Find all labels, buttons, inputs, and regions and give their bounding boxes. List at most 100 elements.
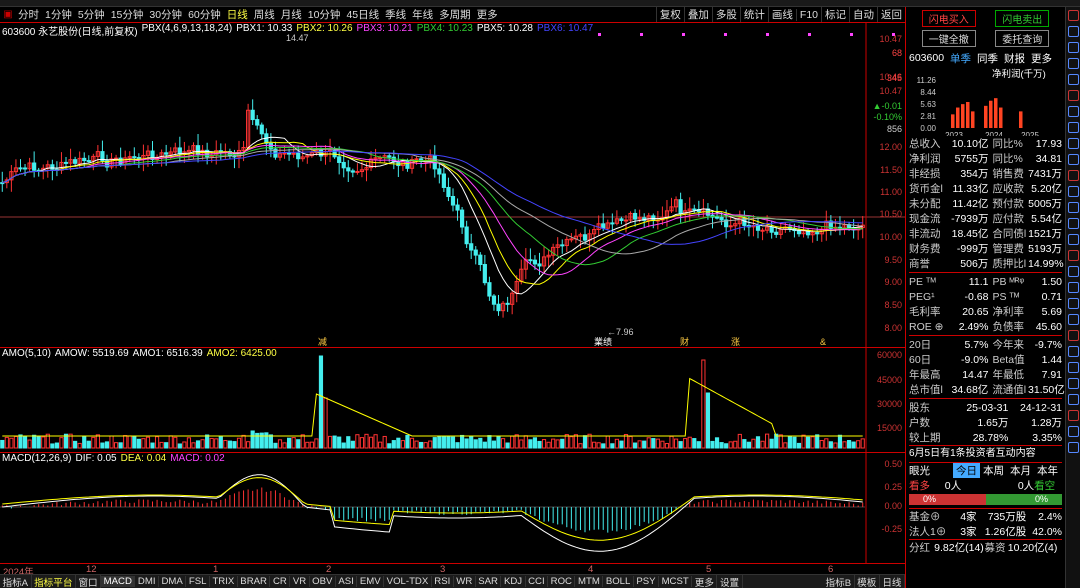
bottom-right-tab-0[interactable]: 指标B bbox=[823, 575, 855, 588]
toolbar-button-5[interactable]: F10 bbox=[795, 8, 821, 21]
period-tab-2[interactable]: 5分钟 bbox=[75, 7, 108, 22]
toolbar-button-7[interactable]: 自动 bbox=[849, 7, 877, 22]
toolbar-button-4[interactable]: 画线 bbox=[767, 7, 796, 22]
period-tab-5[interactable]: 60分钟 bbox=[185, 7, 224, 22]
tool-icon-27[interactable] bbox=[1068, 442, 1079, 453]
tool-icon-14[interactable] bbox=[1068, 234, 1079, 245]
indicator-tab-20[interactable]: ROC bbox=[548, 576, 576, 587]
period-tab-12[interactable]: 年线 bbox=[409, 7, 436, 22]
tool-icon-9[interactable] bbox=[1068, 154, 1079, 165]
indicator-tab-25[interactable]: 更多 bbox=[692, 575, 718, 588]
flash-buy-button[interactable]: 闪电买入 bbox=[921, 10, 976, 27]
tool-icon-19[interactable] bbox=[1068, 314, 1079, 325]
indicator-tab-15[interactable]: RSI bbox=[432, 576, 454, 587]
indicator-tab-2[interactable]: 窗口 bbox=[76, 575, 102, 588]
indicator-tab-12[interactable]: ASI bbox=[336, 576, 358, 587]
toolbar-button-3[interactable]: 统计 bbox=[739, 7, 768, 22]
tool-icon-22[interactable] bbox=[1068, 362, 1079, 373]
tool-icon-2[interactable] bbox=[1068, 42, 1079, 53]
macd-panel[interactable]: MACD(12,26,9) DIF: 0.05 DEA: 0.04 MACD: … bbox=[0, 453, 905, 563]
period-tab-4[interactable]: 30分钟 bbox=[146, 7, 185, 22]
flash-sell-button[interactable]: 闪电卖出 bbox=[995, 10, 1050, 27]
period-tab-6[interactable]: 日线 bbox=[224, 7, 251, 22]
indicator-tab-22[interactable]: BOLL bbox=[603, 576, 634, 587]
tool-icon-7[interactable] bbox=[1068, 122, 1079, 133]
period-tab-8[interactable]: 月线 bbox=[278, 7, 305, 22]
tool-icon-21[interactable] bbox=[1068, 346, 1079, 357]
indicator-tab-7[interactable]: TRIX bbox=[210, 576, 238, 587]
tool-icon-23[interactable] bbox=[1068, 378, 1079, 389]
period-tab-11[interactable]: 季线 bbox=[382, 7, 409, 22]
period-tab-10[interactable]: 45日线 bbox=[343, 7, 382, 22]
toolbar-button-2[interactable]: 多股 bbox=[711, 7, 740, 22]
toolbar-button-1[interactable]: 叠加 bbox=[683, 7, 712, 22]
period-tab-1[interactable]: 1分钟 bbox=[42, 7, 75, 22]
tool-icon-0[interactable] bbox=[1068, 10, 1079, 21]
indicator-tab-0[interactable]: 指标A bbox=[0, 575, 32, 588]
tool-icon-12[interactable] bbox=[1068, 202, 1079, 213]
indicator-tab-19[interactable]: CCI bbox=[526, 576, 549, 587]
period-tab-0[interactable]: 分时 bbox=[15, 7, 42, 22]
indicator-tab-14[interactable]: VOL-TDX bbox=[384, 576, 432, 587]
indicator-tab-17[interactable]: SAR bbox=[476, 576, 502, 587]
tool-icon-11[interactable] bbox=[1068, 186, 1079, 197]
rows2-cell-0-1: 11.1 bbox=[968, 275, 989, 288]
period-tab-14[interactable]: 更多 bbox=[474, 7, 501, 22]
toolbar-button-0[interactable]: 复权 bbox=[655, 7, 684, 22]
indicator-tab-8[interactable]: BRAR bbox=[238, 576, 271, 587]
tab-more[interactable]: 更多 bbox=[1031, 51, 1052, 66]
period-tab-13[interactable]: 多周期 bbox=[436, 7, 474, 22]
tool-icon-24[interactable] bbox=[1068, 394, 1079, 405]
indicator-tab-4[interactable]: DMI bbox=[135, 576, 159, 587]
tab-quarter[interactable]: 单季 bbox=[950, 51, 971, 66]
indicator-tab-23[interactable]: PSY bbox=[634, 576, 660, 587]
tool-icon-3[interactable] bbox=[1068, 58, 1079, 69]
tool-icon-5[interactable] bbox=[1068, 90, 1079, 101]
tab-report[interactable]: 财报 bbox=[1004, 51, 1025, 66]
tool-icon-20[interactable] bbox=[1068, 330, 1079, 341]
tool-icon-26[interactable] bbox=[1068, 426, 1079, 437]
order-query-button[interactable]: 委托查询 bbox=[995, 30, 1050, 47]
interaction-notice[interactable]: 6月5日有1条投资者互动内容 bbox=[909, 446, 1062, 462]
tab-same-quarter[interactable]: 同季 bbox=[977, 51, 998, 66]
period-tab-3[interactable]: 15分钟 bbox=[108, 7, 147, 22]
cancel-all-button[interactable]: 一键全撤 bbox=[921, 30, 976, 47]
tool-icon-1[interactable] bbox=[1068, 26, 1079, 37]
indicator-tab-1[interactable]: 指标平台 bbox=[32, 575, 76, 588]
indicator-tab-11[interactable]: OBV bbox=[310, 576, 336, 587]
eye-tab-3[interactable]: 本年 bbox=[1034, 463, 1061, 478]
indicator-tab-13[interactable]: EMV bbox=[357, 576, 385, 587]
tool-icon-8[interactable] bbox=[1068, 138, 1079, 149]
tool-icon-4[interactable] bbox=[1068, 74, 1079, 85]
eye-tab-0[interactable]: 今日 bbox=[953, 463, 980, 478]
indicator-tab-18[interactable]: KDJ bbox=[501, 576, 526, 587]
indicator-tab-16[interactable]: WR bbox=[454, 576, 476, 587]
indicator-tab-3[interactable]: MACD bbox=[101, 576, 136, 587]
bottom-right-tab-2[interactable]: 日线 bbox=[880, 575, 905, 588]
tool-icon-16[interactable] bbox=[1068, 266, 1079, 277]
eye-tab-2[interactable]: 本月 bbox=[1007, 463, 1034, 478]
amount-panel[interactable]: AMO(5,10) AMOW: 5519.69 AMO1: 6516.39 AM… bbox=[0, 348, 905, 453]
indicator-tab-21[interactable]: MTM bbox=[575, 576, 604, 587]
eye-tab-1[interactable]: 本周 bbox=[980, 463, 1007, 478]
toolbar-button-6[interactable]: 标记 bbox=[821, 7, 849, 22]
tool-icon-15[interactable] bbox=[1068, 250, 1079, 261]
indicator-tab-26[interactable]: 设置 bbox=[717, 575, 743, 588]
tool-icon-18[interactable] bbox=[1068, 298, 1079, 309]
tool-icon-25[interactable] bbox=[1068, 410, 1079, 421]
period-tab-7[interactable]: 周线 bbox=[251, 7, 278, 22]
tool-icon-6[interactable] bbox=[1068, 106, 1079, 117]
candlestick-chart[interactable]: 603600 永艺股份(日线,前复权) PBX(4,6,9,13,18,24) … bbox=[0, 23, 905, 348]
indicator-tab-10[interactable]: VR bbox=[290, 576, 310, 587]
indicator-tab-24[interactable]: MCST bbox=[659, 576, 693, 587]
tool-icon-17[interactable] bbox=[1068, 282, 1079, 293]
indicator-tab-6[interactable]: FSL bbox=[186, 576, 210, 587]
toolbar-menu-icon[interactable]: ▣ bbox=[3, 9, 13, 20]
tool-icon-13[interactable] bbox=[1068, 218, 1079, 229]
period-tab-9[interactable]: 10分钟 bbox=[305, 7, 344, 22]
toolbar-button-8[interactable]: 返回 bbox=[877, 7, 905, 22]
bottom-right-tab-1[interactable]: 模板 bbox=[855, 575, 880, 588]
indicator-tab-9[interactable]: CR bbox=[270, 576, 291, 587]
tool-icon-10[interactable] bbox=[1068, 170, 1079, 181]
indicator-tab-5[interactable]: DMA bbox=[159, 576, 187, 587]
